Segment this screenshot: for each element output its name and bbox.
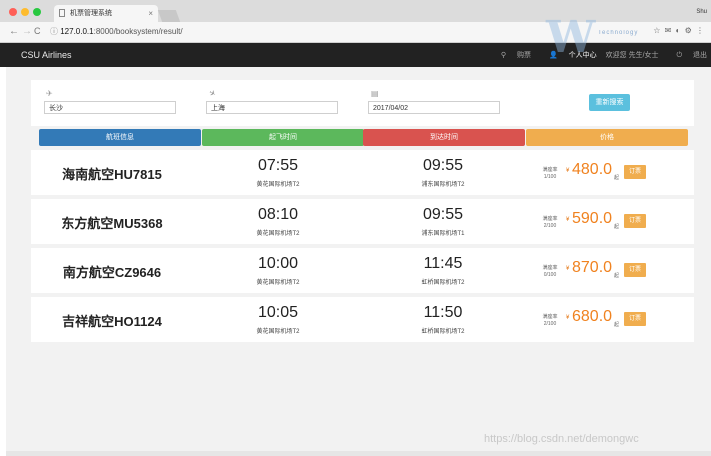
departure-time: 08:10 [257,206,299,223]
departure-time: 10:00 [257,255,299,272]
to-city-input[interactable]: 上海 [206,101,338,114]
power-icon: ⏻ [676,52,684,59]
departure-airport: 黄花国际机场T2 [256,231,300,237]
nav-item-buy-label: 购票 [516,52,531,59]
airline-flight-number: 海南航空HU7815 [62,167,162,182]
header-price: 价格 [526,129,688,146]
calendar-icon: ▤ [371,89,379,98]
occupancy-value: 2/100 [543,321,557,327]
nav-item-buy[interactable]: ⚲ 购票 [492,50,531,60]
departure-airport: 黄花国际机场T2 [256,280,300,286]
occupancy-value: 2/100 [543,223,557,229]
arrival-time: 09:55 [422,206,464,223]
new-tab-button[interactable] [157,10,181,22]
url-host: 127.0.0.1 [60,27,94,36]
occupancy-value: 0/100 [543,272,557,278]
airline-flight-number: 东方航空MU5368 [61,216,163,231]
currency-symbol: ¥ [566,217,570,223]
url-field[interactable]: ⓘ 127.0.0.1:8000/booksystem/result/ [50,26,183,37]
nav-item-logout[interactable]: ⏻ 退出 [668,50,707,60]
arrival-time: 09:55 [422,157,464,174]
price-value: 680.0 [572,308,613,325]
flight-row: 吉祥航空HO1124 10:05 黄花国际机场T2 11:50 虹桥国际机场T2… [31,297,694,342]
watermark-logo-text: Technology [598,30,639,36]
url-path: :8000/booksystem/result/ [93,27,183,36]
occupancy-label: 满座率 [542,167,558,173]
arrival-airport: 浦东国际机场T1 [421,231,465,237]
price-suffix: 起 [614,273,620,279]
browser-tab[interactable]: 机票管理系统 × [54,5,158,22]
price-value: 870.0 [572,259,613,276]
browser-profile[interactable]: Shu [696,9,707,15]
price-suffix: 起 [614,322,620,328]
brand-link[interactable]: CSU Airlines [21,43,72,67]
header-departure-time: 起飞时间 [202,129,364,146]
plane-takeoff-icon: ✈ [46,89,53,98]
arrival-airport: 浦东国际机场T2 [421,182,465,188]
book-button[interactable]: 订票 [624,214,646,228]
arrival-airport: 虹桥国际机场T2 [421,329,465,335]
occupancy-label: 满座率 [542,265,558,271]
departure-airport: 黄花国际机场T2 [256,329,300,335]
price-value: 480.0 [572,161,613,178]
forward-arrow-icon[interactable]: → [22,26,32,37]
extension-icons[interactable]: ☆ ✉ ◐ ⚙ ⋮ [653,26,705,35]
arrival-airport: 虹桥国际机场T2 [421,280,465,286]
info-icon: ⓘ [50,27,61,36]
browser-tab-bar: 机票管理系统 × Shu [0,0,711,22]
watermark-logo: W [546,12,596,63]
currency-symbol: ¥ [566,168,570,174]
occupancy-label: 满座率 [542,216,558,222]
header-arrival-time: 到达时间 [363,129,525,146]
site-navbar: CSU Airlines ⚲ 购票 👤 个人中心 欢迎您 先生/女士 ⏻ 退出 [0,43,711,67]
arrival-time: 11:50 [423,304,463,321]
watermark-url: https://blog.csdn.net/demongwc [484,433,639,445]
book-button[interactable]: 订票 [624,165,646,179]
airline-flight-number: 南方航空CZ9646 [62,265,162,280]
price-suffix: 起 [614,224,620,230]
book-button[interactable]: 订票 [624,312,646,326]
occupancy-label: 满座率 [542,314,558,320]
departure-time: 10:05 [257,304,299,321]
nav-item-logout-label: 退出 [693,52,707,59]
flight-row: 东方航空MU5368 08:10 黄花国际机场T2 09:55 浦东国际机场T1… [31,199,694,244]
date-input[interactable]: 2017/04/02 [368,101,500,114]
departure-airport: 黄花国际机场T2 [256,182,300,188]
from-city-input[interactable]: 长沙 [44,101,176,114]
arrival-time: 11:45 [423,255,463,272]
departure-time: 07:55 [257,157,299,174]
close-window-button[interactable] [9,8,17,16]
header-flight-info: 航班信息 [39,129,201,146]
flight-row: 海南航空HU7815 07:55 黄花国际机场T2 09:55 浦东国际机场T2… [31,150,694,195]
occupancy-value: 1/100 [543,174,557,180]
minimize-window-button[interactable] [21,8,29,16]
reload-icon[interactable]: C [34,26,41,36]
horizontal-scrollbar[interactable] [6,451,711,456]
price-suffix: 起 [614,175,620,181]
tab-close-icon[interactable]: × [148,5,153,22]
book-button[interactable]: 订票 [624,263,646,277]
currency-symbol: ¥ [566,266,570,272]
nav-welcome: 欢迎您 先生/女士 [605,52,659,59]
back-arrow-icon[interactable]: ← [9,26,19,37]
flight-row: 南方航空CZ9646 10:00 黄花国际机场T2 11:45 虹桥国际机场T2… [31,248,694,293]
currency-symbol: ¥ [566,315,570,321]
price-value: 590.0 [572,210,613,227]
re-search-button[interactable]: 重新搜索 [589,94,630,111]
tab-title: 机票管理系统 [70,10,112,17]
airline-flight-number: 吉祥航空HO1124 [62,314,162,329]
maximize-window-button[interactable] [33,8,41,16]
search-icon: ⚲ [500,52,508,59]
page-icon [59,9,65,17]
